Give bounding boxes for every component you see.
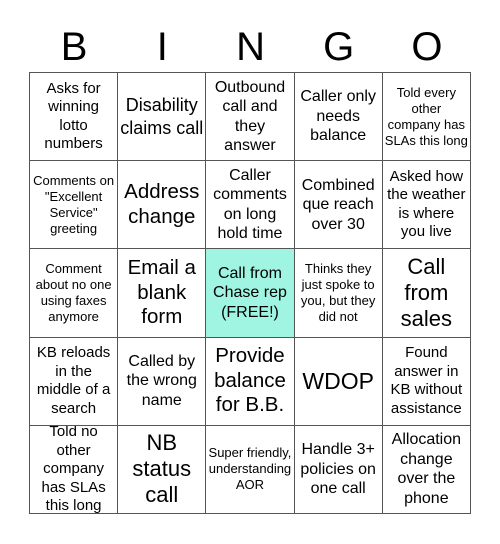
cell-text: Address change bbox=[124, 180, 200, 228]
cell-text: NB status call bbox=[132, 430, 192, 508]
bingo-cell[interactable]: KB reloads in the middle of a search bbox=[30, 337, 119, 426]
bingo-cell[interactable]: Combined que reach over 30 bbox=[294, 161, 383, 250]
bingo-cell[interactable]: Comments on "Excellent Service" greeting bbox=[30, 161, 119, 250]
bingo-cell[interactable]: Disability claims call bbox=[118, 73, 207, 162]
bingo-cell[interactable]: Caller comments on long hold time bbox=[206, 161, 295, 250]
free-space-cell[interactable]: Call from Chase rep (FREE!) bbox=[206, 249, 295, 338]
cell-text: Told every other company has SLAs this l… bbox=[384, 84, 468, 148]
bingo-cell[interactable]: WDOP bbox=[294, 337, 383, 426]
header-letter-b: B bbox=[60, 25, 88, 69]
cell-text: Thinks they just spoke to you, but they … bbox=[300, 260, 376, 324]
bingo-cell[interactable]: Outbound call and they answer bbox=[206, 73, 295, 162]
bingo-cell[interactable]: Provide balance for B.B. bbox=[206, 337, 295, 426]
bingo-cell[interactable]: Caller only needs balance bbox=[294, 73, 383, 162]
bingo-cell[interactable]: Called by the wrong name bbox=[118, 337, 207, 426]
bingo-header: B I N G O bbox=[30, 22, 471, 72]
cell-text: Call from Chase rep (FREE!) bbox=[213, 264, 287, 321]
cell-text: Allocation change over the phone bbox=[391, 431, 462, 507]
header-letter-g: G bbox=[323, 25, 355, 69]
cell-text: KB reloads in the middle of a search bbox=[36, 344, 111, 417]
bingo-cell[interactable]: Email a blank form bbox=[118, 249, 207, 338]
cell-text: Outbound call and they answer bbox=[214, 78, 286, 155]
bingo-cell[interactable]: Found answer in KB without assistance bbox=[382, 337, 471, 426]
header-letter-n: N bbox=[236, 25, 265, 69]
bingo-cell[interactable]: Told no other company has SLAs this long bbox=[30, 425, 119, 514]
bingo-cell[interactable]: Thinks they just spoke to you, but they … bbox=[294, 249, 383, 338]
cell-text: Super friendly, understanding AOR bbox=[208, 445, 292, 493]
cell-text: Call from sales bbox=[400, 253, 453, 331]
cell-text: Told no other company has SLAs this long bbox=[41, 425, 106, 514]
cell-text: Disability claims call bbox=[120, 94, 204, 138]
cell-text: Comments on "Excellent Service" greeting bbox=[33, 172, 115, 236]
bingo-cell[interactable]: Comment about no one using faxes anymore bbox=[30, 249, 119, 338]
bingo-cell[interactable]: Told every other company has SLAs this l… bbox=[382, 73, 471, 162]
cell-text: Asks for winning lotto numbers bbox=[44, 79, 103, 153]
cell-text: Called by the wrong name bbox=[126, 352, 197, 409]
bingo-cell[interactable]: Call from sales bbox=[382, 249, 471, 338]
header-letter-i: I bbox=[156, 25, 168, 69]
cell-text: Asked how the weather is where you live bbox=[387, 167, 466, 241]
bingo-cell[interactable]: Handle 3+ policies on one call bbox=[294, 425, 383, 514]
bingo-card: Asks for winning lotto numbers Disabilit… bbox=[29, 72, 471, 514]
bingo-cell[interactable]: Super friendly, understanding AOR bbox=[206, 425, 295, 514]
cell-text: Caller comments on long hold time bbox=[213, 166, 287, 243]
cell-text: Caller only needs balance bbox=[300, 88, 376, 145]
bingo-cell[interactable]: Allocation change over the phone bbox=[382, 425, 471, 514]
cell-text: Provide balance for B.B. bbox=[214, 344, 286, 417]
bingo-cell[interactable]: Asks for winning lotto numbers bbox=[30, 73, 119, 162]
cell-text: Handle 3+ policies on one call bbox=[300, 441, 376, 498]
cell-text: Combined que reach over 30 bbox=[301, 176, 375, 233]
bingo-cell[interactable]: Asked how the weather is where you live bbox=[382, 161, 471, 250]
bingo-cell[interactable]: NB status call bbox=[118, 425, 207, 514]
cell-text: WDOP bbox=[302, 367, 374, 394]
header-letter-o: O bbox=[411, 25, 443, 69]
cell-text: Comment about no one using faxes anymore bbox=[35, 260, 112, 324]
bingo-cell[interactable]: Address change bbox=[118, 161, 207, 250]
cell-text: Found answer in KB without assistance bbox=[390, 344, 463, 417]
cell-text: Email a blank form bbox=[127, 256, 196, 329]
